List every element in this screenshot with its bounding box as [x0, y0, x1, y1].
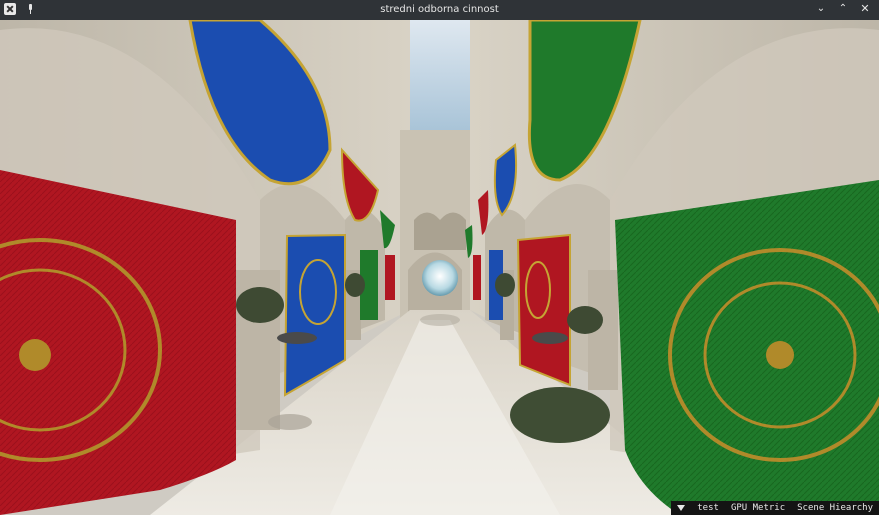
sponza-scene — [0, 20, 879, 515]
minimize-icon[interactable]: ⌄ — [815, 3, 827, 15]
window-title: stredni odborna cinnost — [380, 4, 499, 15]
menu-item-scene-hierarchy[interactable]: Scene Hiearchy — [791, 503, 879, 513]
collapse-triangle-icon[interactable] — [677, 505, 686, 511]
render-viewport[interactable]: test GPU Metric Scene Hiearchy — [0, 20, 879, 515]
menu-item-gpu-metric[interactable]: GPU Metric — [725, 503, 791, 513]
menu-item-test[interactable]: test — [691, 503, 725, 513]
title-bar[interactable]: stredni odborna cinnost ⌄ ⌃ ✕ — [0, 0, 879, 20]
close-icon[interactable]: ✕ — [859, 3, 871, 15]
maximize-icon[interactable]: ⌃ — [837, 3, 849, 15]
titlebar-right-controls: ⌄ ⌃ ✕ — [815, 3, 871, 15]
app-window: stredni odborna cinnost ⌄ ⌃ ✕ test GPU M… — [0, 0, 879, 515]
debug-menu-bar: test GPU Metric Scene Hiearchy — [671, 501, 879, 515]
